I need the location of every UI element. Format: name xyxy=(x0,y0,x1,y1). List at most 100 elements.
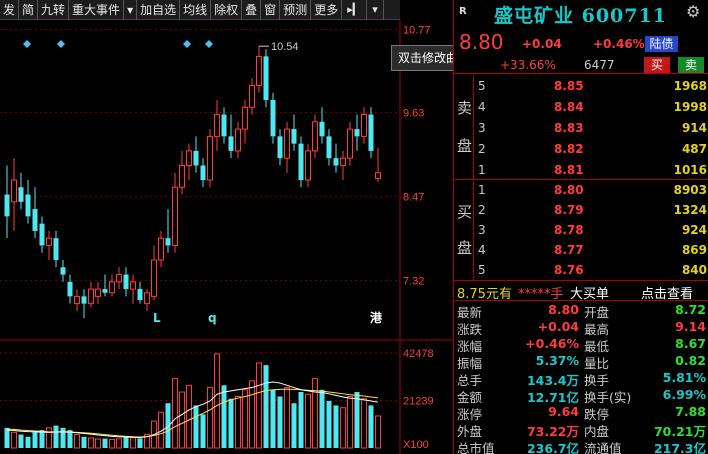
ask-level-row[interactable]: 2 8.82 487 xyxy=(474,139,708,160)
toolbar-window-button[interactable]: 窗 xyxy=(261,0,281,20)
volume-bar xyxy=(81,436,87,448)
bid-level-row[interactable]: 5 8.76 840 xyxy=(474,260,708,281)
big-order-masked: *****手 xyxy=(518,287,564,302)
event-marker-icon xyxy=(205,40,213,48)
volume-bar xyxy=(165,403,171,448)
stats-row: 涨跌 +0.04 最高 9.14 xyxy=(454,319,708,337)
buy-button[interactable]: 买 xyxy=(644,57,670,73)
volume-bar xyxy=(368,405,374,448)
sell-button[interactable]: 卖 xyxy=(678,57,704,73)
stat-value: 8.72 xyxy=(675,302,706,317)
toolbar-overlay-button[interactable]: 叠 xyxy=(242,0,262,20)
candle-body xyxy=(319,121,325,137)
volume-tick-label: 21239 xyxy=(403,395,434,407)
volume-bar xyxy=(95,438,101,449)
toolbar-ma-button[interactable]: 均线 xyxy=(180,0,212,20)
collapse-arrow-icon[interactable]: ▸▎ xyxy=(342,0,368,20)
stats-row: 振幅 5.37% 量比 0.82 xyxy=(454,353,708,371)
toolbar-jian-button[interactable]: 简 xyxy=(19,0,39,20)
candle-body xyxy=(95,288,101,297)
candle-body xyxy=(340,157,346,166)
stat-value: 236.7亿 xyxy=(526,441,579,454)
bid-level-row[interactable]: 1 8.80 8903 xyxy=(474,180,708,201)
ask-level-row[interactable]: 1 8.81 1016 xyxy=(474,160,708,181)
volume-bar xyxy=(32,432,38,448)
level-number: 5 xyxy=(478,79,486,93)
bid-level-row[interactable]: 4 8.77 869 xyxy=(474,240,708,261)
volume-bar xyxy=(200,414,206,448)
big-order-link[interactable]: 点击查看 xyxy=(641,283,693,302)
toolbar-events-dropdown-button[interactable]: ▾ xyxy=(124,0,138,20)
level-volume: 1998 xyxy=(673,100,707,114)
stats-row: 外盘 73.22万 内盘 70.21万 xyxy=(454,421,708,439)
stats-row: 最新 8.80 开盘 8.72 xyxy=(454,302,708,320)
bid-level-row[interactable]: 3 8.78 924 xyxy=(474,220,708,241)
big-order-label: 大买单 xyxy=(570,287,610,302)
candle-body xyxy=(221,114,227,137)
level-price: 8.81 xyxy=(554,163,584,177)
candle-body xyxy=(368,114,374,151)
volume-bar xyxy=(4,427,10,448)
toolbar-major-events-button[interactable]: 重大事件 xyxy=(69,0,125,20)
stat-value: 5.81% xyxy=(662,370,706,385)
price-tick-label: 8.47 xyxy=(403,192,424,204)
toolbar-jiuzhuan-button[interactable]: 九转 xyxy=(38,0,70,20)
volume-bar xyxy=(277,396,283,448)
toolbar-forecast-button[interactable]: 预测 xyxy=(280,0,312,20)
volume-bar xyxy=(172,378,178,449)
kline-chart-panel[interactable]: 10.77 9.63 8.47 7.32 42478 21239 X100 10.54 Lq 港 xyxy=(0,20,453,454)
volume-bar xyxy=(291,403,297,448)
toolbar-ex-rights-button[interactable]: 除权 xyxy=(211,0,243,20)
stat-label: 总市值 xyxy=(457,441,495,454)
ask-level-row[interactable]: 5 8.85 1968 xyxy=(474,76,708,97)
stock-name[interactable]: 盛屯矿业 600711 xyxy=(494,1,667,28)
volume-bar xyxy=(39,430,45,448)
ask-level-row[interactable]: 3 8.83 914 xyxy=(474,118,708,139)
weibi-value: +33.66% xyxy=(500,58,556,72)
connect-badge[interactable]: 陆债 xyxy=(645,36,678,52)
candle-body xyxy=(11,179,17,203)
bid-level-row[interactable]: 2 8.79 1324 xyxy=(474,200,708,221)
candle-body xyxy=(270,100,276,137)
level-price: 8.82 xyxy=(554,142,584,156)
chart-marker-label: 港 xyxy=(370,310,383,325)
chevron-down-icon[interactable]: ▾ xyxy=(367,0,384,20)
candle-body xyxy=(74,295,80,305)
candle-body xyxy=(284,128,290,159)
level-volume: 1016 xyxy=(673,163,707,177)
volume-bar xyxy=(242,389,248,449)
volume-bar xyxy=(221,385,227,448)
volume-bar xyxy=(298,392,304,448)
volume-bar xyxy=(228,398,234,448)
stat-value: 6.99% xyxy=(662,387,706,402)
candle-body xyxy=(53,238,59,260)
chart-marker-label: L xyxy=(153,311,161,325)
quote-panel: R 盛屯矿业 600711 ⚙ 8.80 +0.04 +0.46% 陆债 +33… xyxy=(453,0,708,454)
toolbar-more-button[interactable]: 更多 xyxy=(311,0,343,20)
candle-body xyxy=(326,136,332,159)
volume-bar xyxy=(256,362,262,449)
volume-bar xyxy=(25,436,31,448)
max-price-label: 10.54 xyxy=(271,41,299,53)
level-volume: 869 xyxy=(681,243,707,257)
stat-value: +0.04 xyxy=(537,319,579,334)
kline-chart[interactable]: 10.77 9.63 8.47 7.32 42478 21239 X100 10.54 L q 港 xyxy=(0,20,453,454)
price-summary: 8.80 +0.04 +0.46% 陆债 xyxy=(454,30,708,54)
candle-body xyxy=(375,172,381,180)
candle-body xyxy=(88,288,94,305)
volume-bar xyxy=(88,437,94,449)
stat-value: 5.37% xyxy=(535,353,579,368)
gear-icon[interactable]: ⚙ xyxy=(686,2,700,21)
level-volume: 1324 xyxy=(673,203,707,217)
toolbar-add-watchlist-button[interactable]: 加自选 xyxy=(137,0,181,20)
level-volume: 8903 xyxy=(673,183,707,197)
level-number: 4 xyxy=(478,100,486,114)
volume-bar xyxy=(375,415,381,449)
ask-level-row[interactable]: 4 8.84 1998 xyxy=(474,97,708,118)
candle-body xyxy=(305,150,311,181)
order-ratio-row: +33.66% 6477 买 卖 xyxy=(454,56,708,74)
toolbar-fa-button[interactable]: 发 xyxy=(0,0,20,20)
level-number: 2 xyxy=(478,203,486,217)
candle-body xyxy=(25,194,31,217)
event-marker-icon xyxy=(57,40,65,48)
